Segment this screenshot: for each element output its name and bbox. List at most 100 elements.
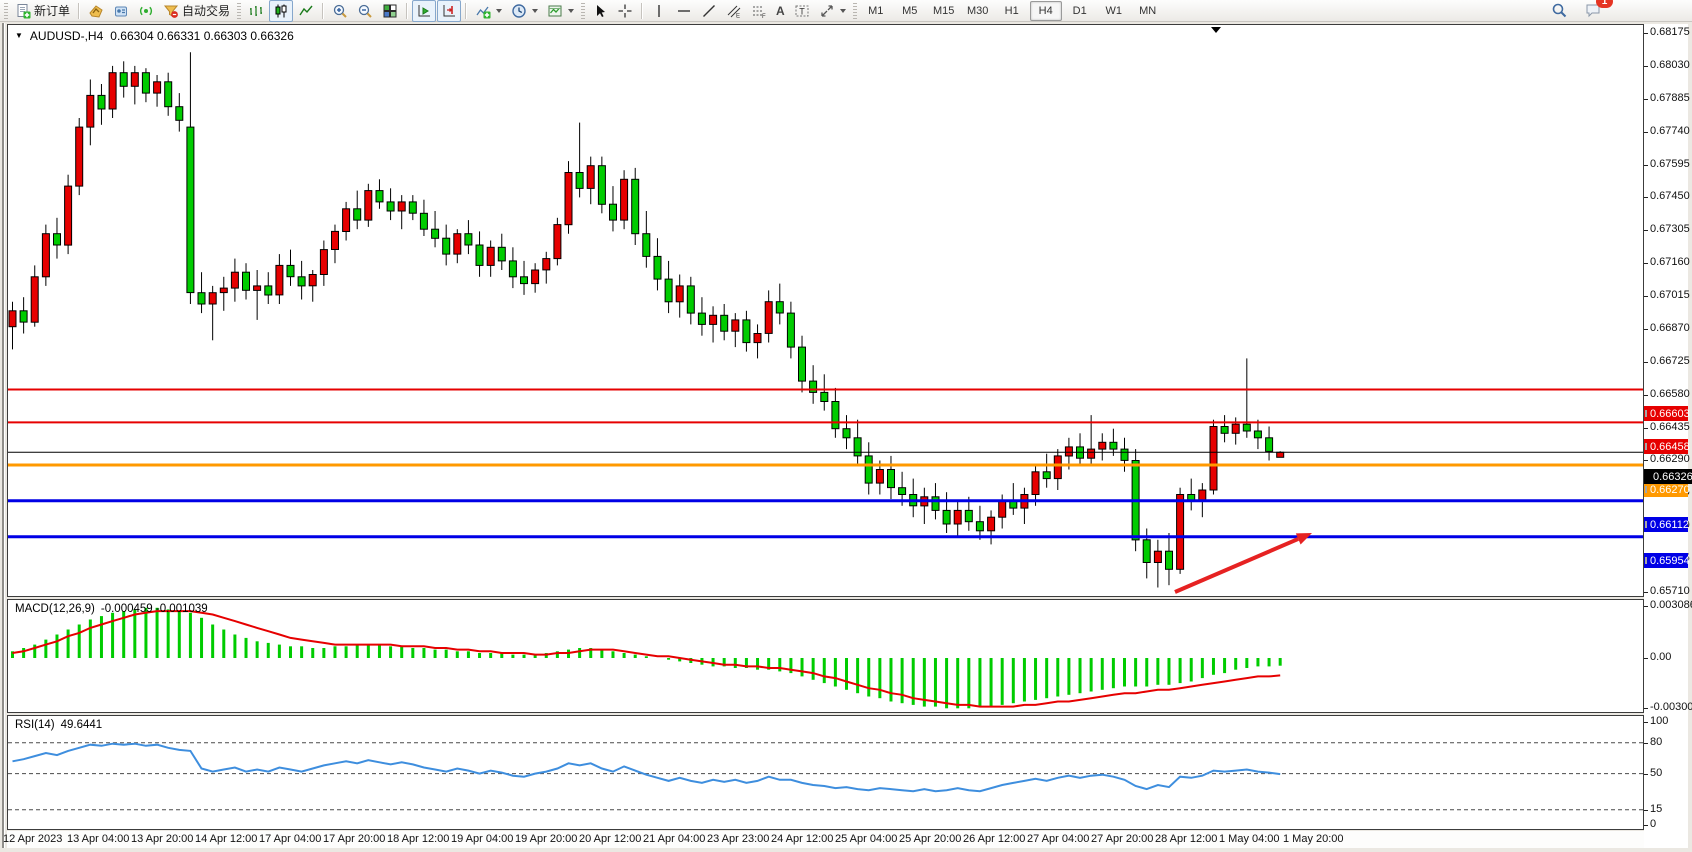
candle-body <box>976 522 983 531</box>
candlestick-chart-button[interactable] <box>269 0 293 22</box>
market-watch-button[interactable] <box>84 0 108 22</box>
trend-arrow[interactable] <box>1175 539 1298 592</box>
ohlc-values: 0.66304 0.66331 0.66303 0.66326 <box>110 29 294 43</box>
templates-button[interactable] <box>543 0 578 22</box>
candle-body <box>9 311 16 327</box>
equidistant-channel-button[interactable]: E <box>722 0 746 22</box>
line-chart-button[interactable] <box>294 0 318 22</box>
candle-body <box>710 315 717 324</box>
dropdown-caret <box>568 9 574 13</box>
level-price-box[interactable]: 0.66112 <box>1644 517 1688 532</box>
dropdown-caret <box>532 9 538 13</box>
cursor-button[interactable] <box>588 0 612 22</box>
candle-body <box>532 270 539 284</box>
search-button[interactable] <box>1547 0 1572 22</box>
arrows-button[interactable] <box>815 0 850 22</box>
candlestick-chart-icon <box>273 3 289 19</box>
auto-trading-button[interactable]: 自动交易 <box>159 0 234 22</box>
candle-body <box>443 238 450 254</box>
candle-body <box>743 320 750 343</box>
price-tick-label: 0.67450 <box>1650 190 1690 202</box>
trendline-button[interactable] <box>697 0 721 22</box>
svg-text:E: E <box>736 13 740 19</box>
toolbar-grip[interactable] <box>581 3 585 19</box>
trend-arrow-head[interactable] <box>1296 533 1312 544</box>
zoom-out-button[interactable] <box>353 0 377 22</box>
candle-body <box>465 234 472 245</box>
time-axis: 12 Apr 202313 Apr 04:0013 Apr 20:0014 Ap… <box>7 831 1644 848</box>
candle-body <box>1088 449 1095 458</box>
candle-body <box>1065 447 1072 456</box>
toolbar-grip[interactable] <box>4 3 8 19</box>
navigator-button[interactable] <box>109 0 133 22</box>
tile-windows-button[interactable] <box>378 0 402 22</box>
chart-shift-button[interactable] <box>437 0 461 22</box>
zoom-in-button[interactable] <box>328 0 352 22</box>
candle-body <box>632 179 639 233</box>
main-chart-pane[interactable]: ▼ AUDUSD-,H4 0.66304 0.66331 0.66303 0.6… <box>7 24 1644 597</box>
candle-body <box>554 225 561 259</box>
time-tick-label: 19 Apr 20:00 <box>515 833 577 845</box>
timeframe-m5[interactable]: M5 <box>894 1 926 21</box>
bar-chart-button[interactable] <box>244 0 268 22</box>
timeframe-h1[interactable]: H1 <box>996 1 1028 21</box>
text-label-button[interactable]: T <box>790 0 814 22</box>
candle-body <box>799 347 806 381</box>
level-price-box[interactable]: 0.66603 <box>1644 406 1688 421</box>
timeframe-w1[interactable]: W1 <box>1098 1 1130 21</box>
macd-chart[interactable] <box>8 600 1643 712</box>
time-tick-label: 25 Apr 20:00 <box>899 833 961 845</box>
timeframe-m30[interactable]: M30 <box>962 1 994 21</box>
candle-body <box>176 107 183 121</box>
macd-pane[interactable]: MACD(12,26,9) -0.000459 -0.001039 <box>7 599 1644 713</box>
collapse-triangle-icon[interactable]: ▼ <box>15 32 23 40</box>
axis-tick <box>1644 708 1648 709</box>
candle-body <box>521 277 528 284</box>
indicators-button[interactable] <box>471 0 506 22</box>
timeframe-mn[interactable]: MN <box>1132 1 1164 21</box>
candle-body <box>109 73 116 109</box>
level-price-box[interactable]: 0.65954 <box>1644 553 1688 568</box>
new-order-label: 新订单 <box>34 2 70 19</box>
periods-button[interactable] <box>507 0 542 22</box>
time-tick-label: 28 Apr 12:00 <box>1155 833 1217 845</box>
vertical-line-button[interactable] <box>647 0 671 22</box>
horizontal-line-button[interactable] <box>672 0 696 22</box>
level-price-box[interactable]: 0.66458 <box>1644 439 1688 454</box>
text-button[interactable]: A <box>772 0 789 22</box>
rsi-pane[interactable]: RSI(14) 49.6441 <box>7 715 1644 830</box>
toolbar-grip[interactable] <box>237 3 241 19</box>
timeframe-group: M1M5M15M30H1H4D1W1MN <box>860 1 1164 21</box>
crosshair-button[interactable] <box>613 0 637 22</box>
search-icon <box>1551 2 1568 19</box>
candlestick-chart[interactable] <box>8 25 1643 596</box>
fibonacci-button[interactable]: F <box>747 0 771 22</box>
vertical-line-icon <box>651 3 667 19</box>
candle-body <box>376 191 383 202</box>
candle-body <box>698 313 705 324</box>
timeframe-h4[interactable]: H4 <box>1030 1 1062 21</box>
line-anchor-icon <box>1645 410 1647 417</box>
auto-scroll-button[interactable] <box>412 0 436 22</box>
candle-body <box>509 261 516 277</box>
axis-tick <box>1644 722 1648 723</box>
candle-body <box>142 73 149 93</box>
timeframe-m15[interactable]: M15 <box>928 1 960 21</box>
timeframe-m1[interactable]: M1 <box>860 1 892 21</box>
signals-button[interactable] <box>134 0 158 22</box>
candle-body <box>476 245 483 265</box>
new-order-icon <box>15 3 31 19</box>
toolbar-grip[interactable] <box>853 3 857 19</box>
rsi-tick-label: 100 <box>1650 715 1668 727</box>
arrows-icon <box>819 3 835 19</box>
rsi-chart[interactable] <box>8 716 1643 829</box>
community-button[interactable]: 1 <box>1581 0 1606 22</box>
new-order-button[interactable]: 新订单 <box>11 0 74 22</box>
chart-shift-marker-icon[interactable] <box>1211 27 1221 33</box>
separator <box>78 3 80 19</box>
candle-body <box>76 127 83 186</box>
price-tick-label: 0.65710 <box>1650 585 1690 597</box>
timeframe-d1[interactable]: D1 <box>1064 1 1096 21</box>
level-price-box[interactable]: 0.66270 <box>1644 482 1688 497</box>
candle-body <box>1232 424 1239 433</box>
